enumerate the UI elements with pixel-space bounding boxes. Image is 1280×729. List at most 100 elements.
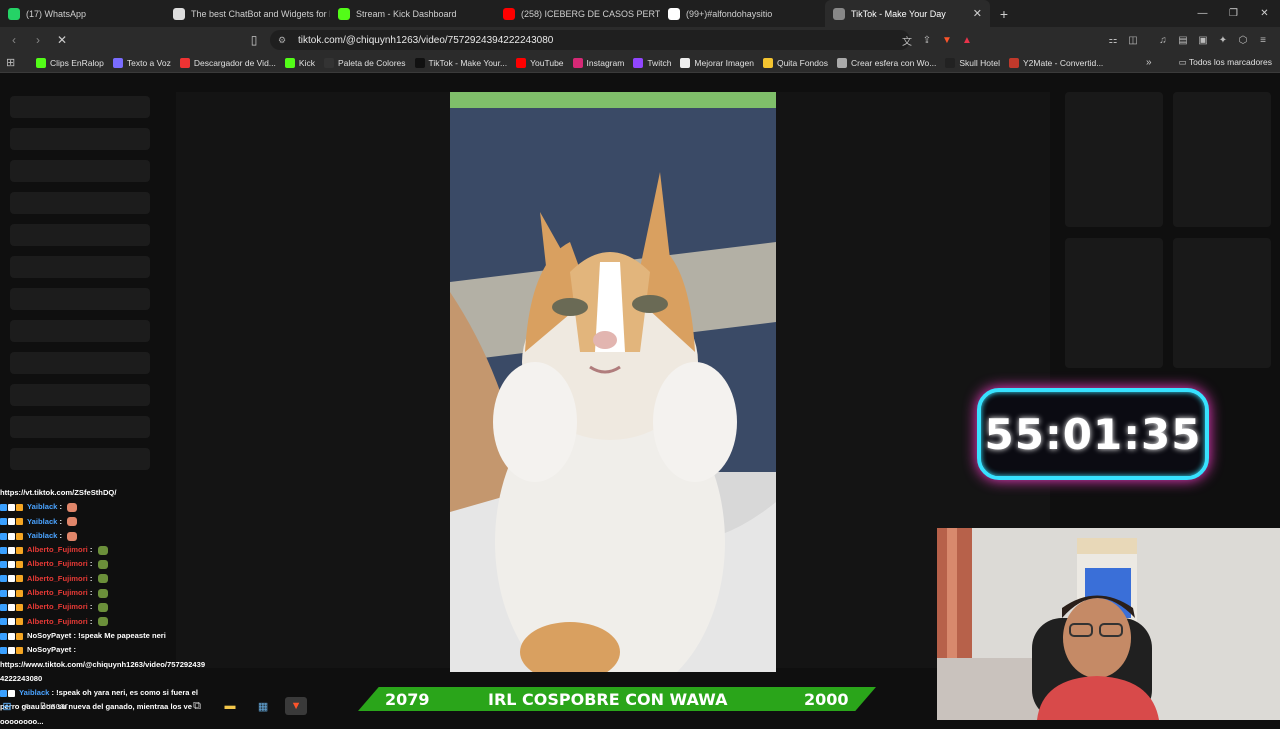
- bookmark-favicon-icon: [284, 57, 295, 68]
- chat-emote-icon: [97, 617, 108, 627]
- address-actions: 文 ⇪ ▼ ▲: [897, 27, 977, 53]
- taskbar-search-label[interactable]: Buscar: [40, 701, 68, 711]
- file-explorer-icon[interactable]: ▬: [219, 697, 241, 715]
- share-icon[interactable]: ⇪: [917, 35, 937, 46]
- skeleton-block: [10, 288, 150, 310]
- browser-tab[interactable]: (258) ICEBERG DE CASOS PERTURBA: [495, 0, 660, 27]
- extensions-icon[interactable]: ⚏: [1103, 35, 1123, 46]
- chat-username: Alberto_Fujimori: [27, 559, 88, 569]
- bookmark-label: Instagram: [586, 57, 625, 68]
- bookmark-favicon-icon: [179, 57, 190, 68]
- bookmark-favicon-icon: [414, 57, 425, 68]
- chat-emote-icon: [67, 502, 78, 512]
- browser-tab[interactable]: The best ChatBot and Widgets for Ki: [165, 0, 330, 27]
- chat-username: Yaiblack: [27, 502, 58, 512]
- stop-loading-icon[interactable]: ✕: [52, 33, 72, 47]
- bookmark-item[interactable]: YouTube: [516, 57, 564, 68]
- chat-emote-icon: [97, 545, 108, 555]
- bookmark-item[interactable]: Crear esfera con Wo...: [836, 57, 937, 68]
- more-bookmarks-icon[interactable]: »: [1146, 57, 1152, 68]
- brave-browser-icon[interactable]: ▼: [285, 697, 308, 715]
- bookmark-item[interactable]: Mejorar Imagen: [680, 57, 754, 68]
- forward-icon[interactable]: ›: [28, 33, 48, 47]
- address-bar: ‹ › ✕ ▯ ⚙ tiktok.com/@chiquynh1263/video…: [0, 27, 1280, 53]
- leo-ai-icon[interactable]: ✦: [1213, 35, 1233, 46]
- chat-emote-icon: [97, 560, 108, 570]
- windows-start-icon[interactable]: ⊞: [0, 697, 14, 715]
- all-bookmarks-folder[interactable]: ▭ Todos los marcadores: [1179, 57, 1272, 68]
- bookmark-item[interactable]: Skull Hotel: [945, 57, 1000, 68]
- tab-favicon-icon: [668, 7, 680, 20]
- close-window-button[interactable]: ✕: [1249, 0, 1280, 27]
- task-view-icon[interactable]: ⧉: [186, 697, 208, 715]
- bookmark-item[interactable]: Paleta de Colores: [323, 57, 406, 68]
- tab-favicon-icon: [8, 7, 20, 20]
- back-icon[interactable]: ‹: [4, 33, 24, 47]
- bookmark-favicon-icon: [836, 57, 847, 68]
- bookmark-label: Mejorar Imagen: [694, 57, 754, 68]
- bookmark-item[interactable]: Descargador de Vid...: [179, 57, 276, 68]
- skeleton-block: [10, 128, 150, 150]
- menu-icon[interactable]: ≡: [1253, 35, 1273, 46]
- chat-emote-icon: [67, 531, 78, 541]
- tab-label: The best ChatBot and Widgets for Ki: [191, 8, 330, 19]
- skeleton-block: [10, 192, 150, 214]
- url-field[interactable]: ⚙ tiktok.com/@chiquynh1263/video/7572924…: [270, 30, 910, 50]
- screenshot-icon[interactable]: ◫: [1123, 35, 1143, 46]
- bookmark-item[interactable]: Quita Fondos: [762, 57, 828, 68]
- chat-separator: :: [71, 645, 79, 655]
- browser-tab[interactable]: (99+)#alfondohaysitio: [660, 0, 825, 27]
- translate-icon[interactable]: 文: [897, 33, 917, 48]
- chat-separator: :: [87, 545, 95, 555]
- chat-username: Alberto_Fujimori: [27, 545, 88, 555]
- bookmark-item[interactable]: Kick: [284, 57, 315, 68]
- bookmarks-bar: ⊞ Clips EnRalop Texto a Voz Descargador de…: [0, 53, 1280, 73]
- brave-shields-icon[interactable]: ▼: [937, 35, 957, 46]
- chat-message: Alberto_Fujimori :: [0, 557, 240, 571]
- bookmark-label: Texto a Voz: [126, 57, 171, 68]
- apps-grid-icon[interactable]: ⊞: [6, 56, 22, 69]
- sidebar-icon[interactable]: ▤: [1173, 35, 1193, 46]
- bookmark-label: Crear esfera con Wo...: [850, 57, 937, 68]
- chat-message: Yaiblack :: [0, 500, 240, 514]
- bookmark-item[interactable]: Y2Mate - Convertid...: [1008, 57, 1103, 68]
- chat-username: Yaiblack: [27, 530, 58, 540]
- search-icon[interactable]: ⌕: [20, 697, 34, 715]
- minimize-button[interactable]: —: [1187, 0, 1218, 27]
- bookmark-item[interactable]: Instagram: [572, 57, 625, 68]
- chat-separator: :: [87, 588, 95, 598]
- media-icon[interactable]: ♫: [1153, 35, 1173, 46]
- browser-tab[interactable]: (17) WhatsApp: [0, 0, 165, 27]
- bookmark-item[interactable]: Clips EnRalop: [36, 57, 104, 68]
- browser-tab[interactable]: Stream - Kick Dashboard: [330, 0, 495, 27]
- bookmark-item[interactable]: Texto a Voz: [112, 57, 171, 68]
- chat-message: Yaiblack :: [0, 515, 240, 529]
- new-tab-button[interactable]: +: [990, 6, 1018, 22]
- chat-separator: :: [71, 630, 79, 640]
- browser-tab[interactable]: TikTok - Make Your Day ✕: [825, 0, 990, 27]
- bookmark-icon[interactable]: ▯: [244, 33, 264, 47]
- skeleton-block: [10, 224, 150, 246]
- chat-badges: [0, 546, 24, 554]
- bookmark-favicon-icon: [680, 57, 691, 68]
- bookmark-item[interactable]: Twitch: [633, 57, 671, 68]
- chat-badges: [0, 518, 24, 526]
- skeleton-block: [1065, 238, 1163, 368]
- chat-separator: :: [87, 602, 95, 612]
- bookmark-favicon-icon: [762, 57, 773, 68]
- chat-message: Yaiblack :: [0, 529, 240, 543]
- brave-rewards-icon[interactable]: ▲: [957, 35, 977, 46]
- wallet-icon[interactable]: ▣: [1193, 35, 1213, 46]
- vpn-icon[interactable]: ⬡: [1233, 35, 1253, 46]
- chat-message: NoSoyPayet :: [0, 643, 240, 657]
- close-tab-icon[interactable]: ✕: [973, 7, 982, 20]
- chat-badges: [0, 561, 24, 569]
- site-info-icon[interactable]: ⚙: [278, 35, 290, 46]
- tiktok-video[interactable]: [450, 92, 776, 672]
- maximize-button[interactable]: ❐: [1218, 0, 1249, 27]
- tab-label: Stream - Kick Dashboard: [356, 8, 457, 19]
- store-icon[interactable]: ▦: [252, 697, 274, 715]
- bookmark-label: TikTok - Make Your...: [428, 57, 508, 68]
- skeleton-block: [10, 352, 150, 374]
- bookmark-item[interactable]: TikTok - Make Your...: [414, 57, 508, 68]
